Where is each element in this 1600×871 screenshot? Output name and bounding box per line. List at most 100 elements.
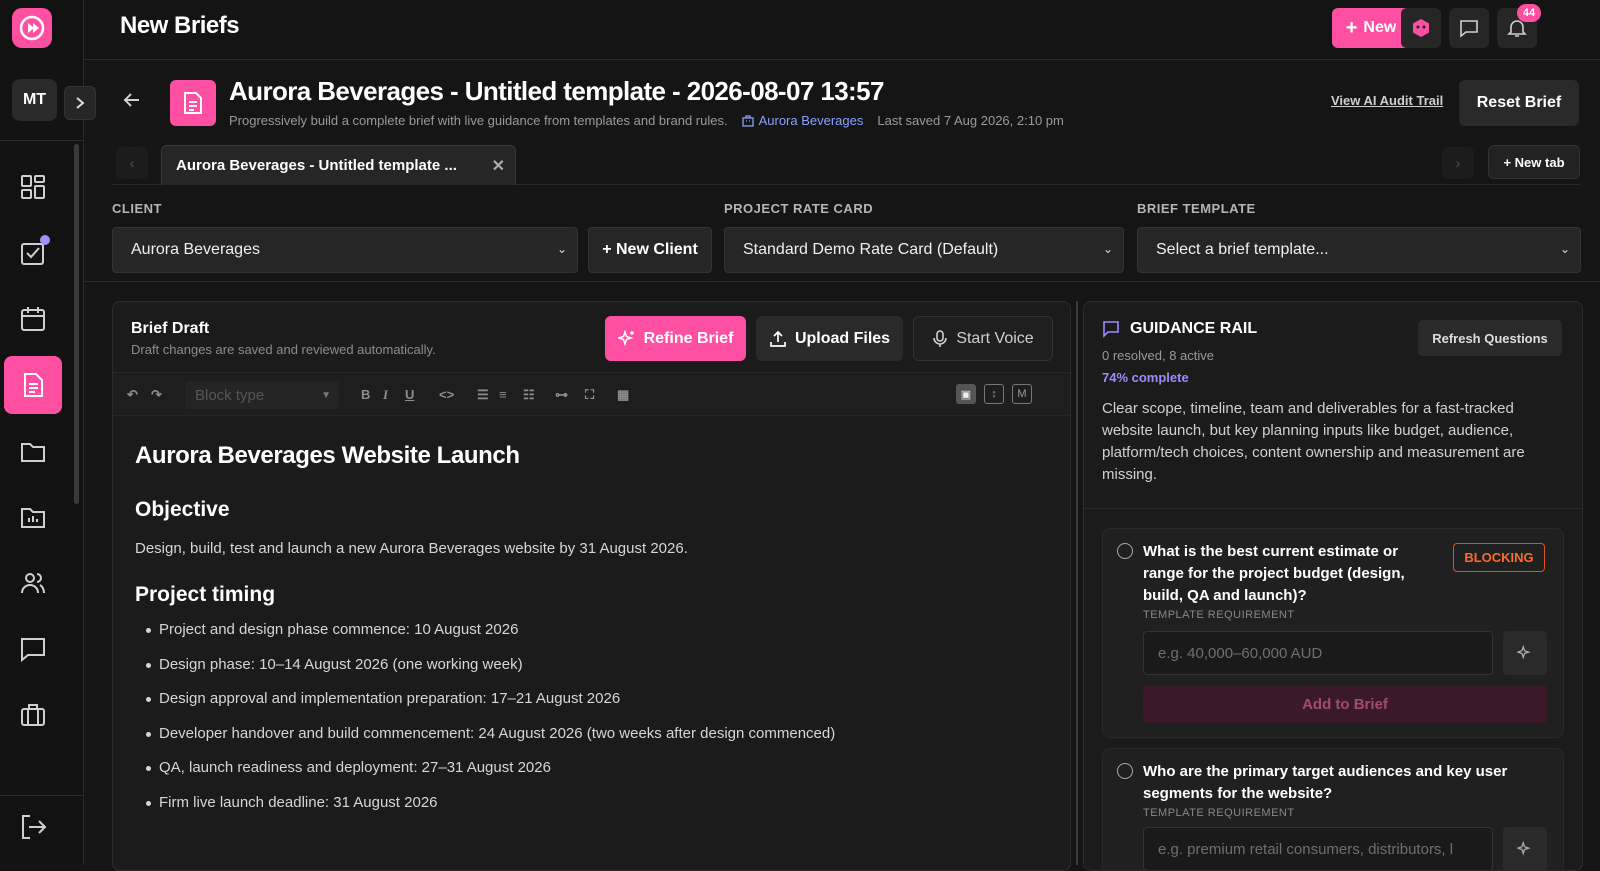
answer-input[interactable]: e.g. premium retail consumers, distribut… [1143, 827, 1493, 870]
add-to-brief-button[interactable]: Add to Brief [1143, 685, 1547, 723]
cube-icon [1413, 19, 1429, 37]
brief-draft-subtitle: Draft changes are saved and reviewed aut… [131, 342, 436, 357]
client-link[interactable]: Aurora Beverages [741, 113, 864, 128]
brief-template-select[interactable]: Select a brief template... ⌄ [1137, 227, 1581, 273]
logout-button[interactable] [18, 812, 48, 847]
panel-resize-handle[interactable] [1076, 301, 1078, 865]
sidebar-item-messages[interactable] [4, 620, 62, 678]
notifications-button[interactable]: 44 [1497, 4, 1541, 48]
sidebar-scrollbar[interactable] [74, 144, 79, 504]
new-client-button[interactable]: + New Client [588, 227, 712, 273]
code-icon[interactable]: <> [439, 387, 454, 402]
comment-icon [1103, 321, 1119, 338]
resolve-radio[interactable] [1117, 763, 1133, 779]
back-button[interactable] [122, 90, 142, 115]
section-divider [84, 281, 1600, 282]
tab-active[interactable]: Aurora Beverages - Untitled template ...… [161, 145, 516, 185]
reset-brief-button[interactable]: Reset Brief [1459, 80, 1579, 126]
upload-files-button[interactable]: Upload Files [756, 316, 903, 361]
timing-heading: Project timing [135, 583, 276, 606]
table-icon[interactable]: ▦ [617, 387, 629, 403]
guidance-rail-title: GUIDANCE RAIL [1130, 320, 1258, 337]
rail-divider [1084, 508, 1582, 509]
last-saved: Last saved 7 Aug 2026, 2:10 pm [877, 113, 1064, 128]
ai-suggest-button[interactable] [1503, 827, 1547, 870]
sidebar-item-dashboard[interactable] [4, 158, 62, 216]
start-voice-button[interactable]: Start Voice [913, 316, 1053, 361]
notifications-badge: 44 [1517, 4, 1541, 22]
editor-content[interactable]: Aurora Beverages Website Launch Objectiv… [135, 442, 1055, 828]
folder-icon [21, 443, 45, 462]
rate-card-select[interactable]: Standard Demo Rate Card (Default) ⌄ [724, 227, 1124, 273]
sparkle-icon [1517, 841, 1531, 856]
close-icon[interactable]: ✕ [492, 156, 505, 176]
sidebar-item-reports[interactable] [4, 488, 62, 546]
bold-icon[interactable]: B [361, 387, 370, 402]
question-card: What is the best current estimate or ran… [1102, 528, 1564, 738]
tab-scroll-left-button[interactable]: ‹ [116, 147, 148, 179]
sidebar-item-briefs[interactable] [4, 356, 62, 414]
redo-icon[interactable]: ↷ [151, 387, 162, 403]
sidebar-item-files[interactable] [4, 422, 62, 480]
tab-bar: ‹ Aurora Beverages - Untitled template .… [112, 145, 1580, 185]
view-ai-audit-trail-link[interactable]: View AI Audit Trail [1331, 93, 1443, 108]
sidebar-item-calendar[interactable] [4, 290, 62, 348]
arrow-left-icon [123, 93, 139, 107]
refine-brief-button[interactable]: Refine Brief [605, 316, 746, 361]
completion-percent: 74% complete [1102, 370, 1189, 385]
sparkle-icon [617, 329, 634, 346]
chevron-down-icon: ⌄ [1559, 242, 1570, 256]
sidebar-item-tasks[interactable] [4, 224, 62, 282]
sidebar-item-team[interactable] [4, 554, 62, 612]
new-tab-button[interactable]: + New tab [1488, 145, 1580, 179]
list-item: QA, launch readiness and deployment: 27–… [135, 759, 1055, 794]
sidebar: MT [0, 0, 84, 865]
page-title: Aurora Beverages - Untitled template - 2… [229, 76, 884, 106]
bullet-list-icon[interactable]: ☰ [477, 387, 489, 403]
italic-icon[interactable]: I [383, 387, 388, 403]
start-voice-label: Start Voice [956, 329, 1034, 347]
client-link-label: Aurora Beverages [758, 113, 864, 128]
chat-button[interactable] [1449, 8, 1489, 48]
ai-assistant-button[interactable] [1401, 8, 1441, 48]
list-item: Project and design phase commence: 10 Au… [135, 621, 1055, 656]
brief-template-select-value: Select a brief template... [1156, 241, 1329, 258]
checklist-icon[interactable]: ☷ [523, 387, 535, 403]
client-select[interactable]: Aurora Beverages ⌄ [112, 227, 578, 273]
resolved-count: 0 resolved, 8 active [1102, 348, 1215, 363]
brief-draft-title: Brief Draft [131, 320, 210, 337]
expand-icon[interactable]: ↕ [984, 384, 1004, 404]
sidebar-item-clients[interactable] [4, 686, 62, 744]
top-bar: New Briefs + New 44 [84, 0, 1600, 60]
markdown-icon[interactable]: M [1012, 384, 1032, 404]
guidance-rail-header: GUIDANCE RAIL [1102, 320, 1257, 338]
image-icon[interactable]: ▣ [956, 384, 976, 404]
answer-input[interactable]: e.g. 40,000–60,000 AUD [1143, 631, 1493, 675]
sidebar-expand-button[interactable] [64, 86, 96, 120]
briefcase-icon [21, 704, 45, 726]
requirement-label: TEMPLATE REQUIREMENT [1143, 609, 1295, 621]
refresh-questions-button[interactable]: Refresh Questions [1418, 320, 1562, 356]
block-type-placeholder: Block type [195, 386, 265, 404]
code-block-icon[interactable]: ⛶ [585, 387, 594, 403]
app-logo[interactable] [12, 8, 52, 48]
users-icon [21, 573, 45, 594]
editor-toolbar: ↶ ↷ Block type ▼ B I U <> ☰ ≡ ☷ ⊶ ⛶ ▦ ▣ … [113, 372, 1070, 416]
numbered-list-icon[interactable]: ≡ [499, 387, 507, 402]
resolve-radio[interactable] [1117, 543, 1133, 559]
tab-scroll-right-button[interactable]: › [1442, 147, 1474, 179]
link-icon[interactable]: ⊶ [555, 387, 568, 403]
rate-card-select-value: Standard Demo Rate Card (Default) [743, 241, 999, 258]
logout-icon [22, 815, 47, 839]
refine-brief-label: Refine Brief [643, 329, 734, 347]
list-item: Design phase: 10–14 August 2026 (one wor… [135, 656, 1055, 691]
undo-icon[interactable]: ↶ [127, 387, 138, 403]
question-text: Who are the primary target audiences and… [1143, 763, 1508, 802]
ai-suggest-button[interactable] [1503, 631, 1547, 675]
block-type-select[interactable]: Block type ▼ [185, 381, 339, 409]
underline-icon[interactable]: U [405, 387, 414, 402]
calendar-icon [21, 307, 45, 331]
list-item: Design approval and implementation prepa… [135, 690, 1055, 725]
chevron-down-icon: ⌄ [1102, 242, 1113, 256]
avatar[interactable]: MT [12, 79, 57, 121]
